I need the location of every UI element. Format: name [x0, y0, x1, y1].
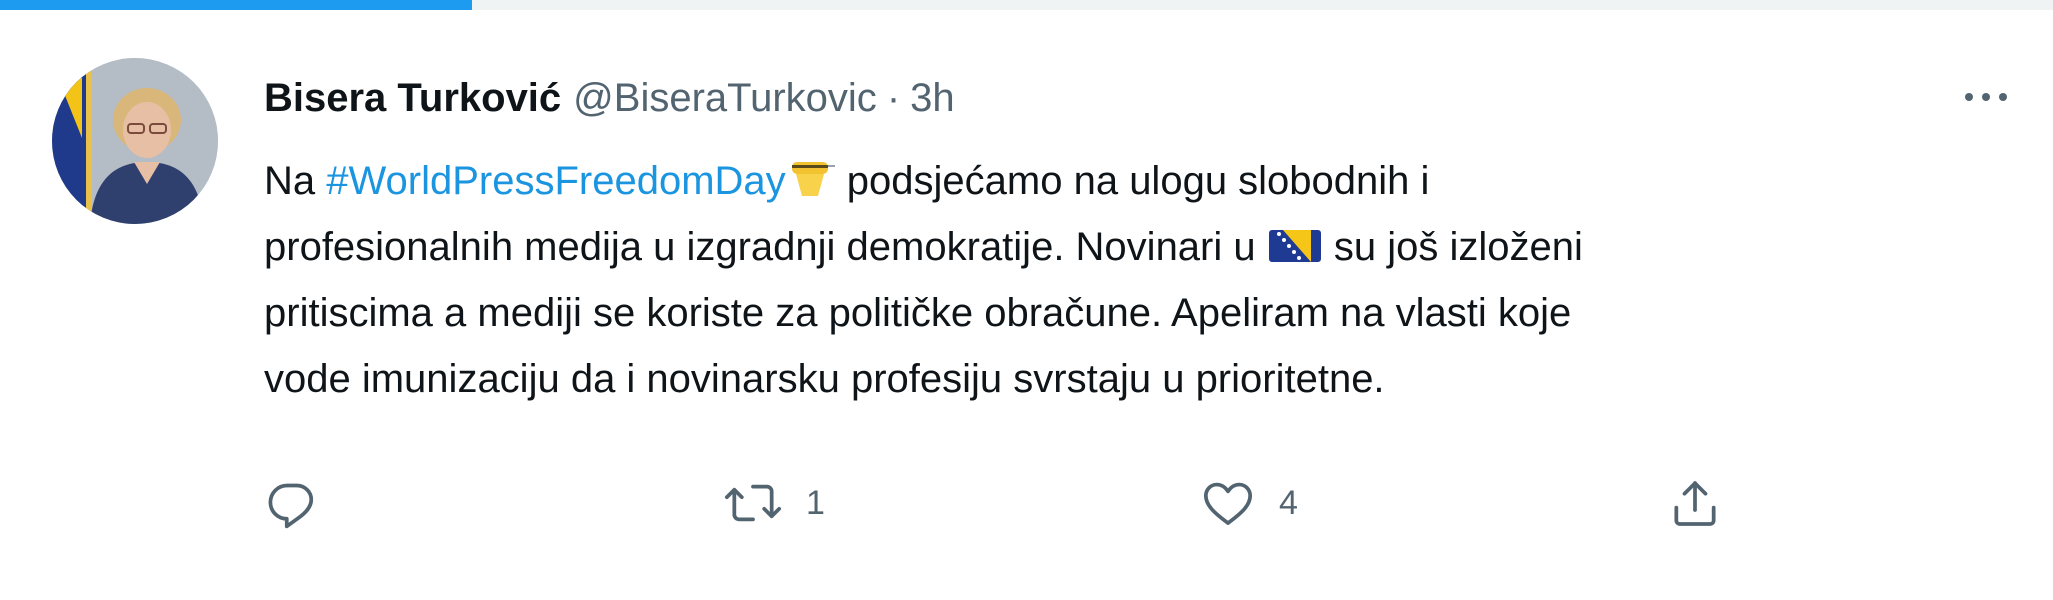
tweet-text-segment: Na — [264, 159, 327, 203]
tweet-text-line: Na #WorldPressFreedomDay podsjećamo na u… — [264, 148, 2024, 214]
hashtag-link[interactable]: #WorldPressFreedomDay — [326, 159, 785, 203]
bosnia-herzegovina-flag-emoji — [1267, 220, 1323, 286]
reply-button[interactable] — [264, 468, 320, 538]
tweet-text-segment: profesionalnih medija u izgradnji demokr… — [264, 225, 1267, 269]
retweet-count: 1 — [806, 483, 825, 522]
share-button[interactable] — [1667, 468, 1723, 538]
more-options-button[interactable] — [1956, 80, 2016, 114]
tweet-header: Bisera Turković @BiseraTurkovic · 3h — [264, 66, 955, 130]
tweet-timestamp[interactable]: 3h — [910, 76, 955, 121]
reply-icon — [268, 483, 314, 529]
retweet-button[interactable]: 1 — [722, 468, 825, 538]
author-display-name[interactable]: Bisera Turković — [264, 76, 561, 121]
author-handle[interactable]: @BiseraTurkovic — [573, 76, 877, 121]
loading-progress-fill — [0, 0, 473, 10]
like-count: 4 — [1279, 483, 1298, 522]
tweet-actions-bar: 1 4 — [264, 468, 1764, 538]
retweet-icon — [725, 484, 781, 522]
like-button[interactable]: 4 — [1199, 468, 1298, 538]
tweet-text-line: profesionalnih medija u izgradnji demokr… — [264, 214, 2024, 280]
tweet-text-segment: su još izloženi — [1322, 225, 1583, 269]
loading-progress-bar — [0, 0, 2053, 10]
heart-icon — [1203, 482, 1253, 525]
header-separator: · — [886, 75, 901, 120]
author-avatar[interactable] — [52, 58, 218, 224]
more-horizontal-icon — [1965, 93, 2007, 101]
tweet-text-segment: podsjećamo na ulogu slobodnih i — [835, 159, 1430, 203]
profile-photo — [52, 58, 218, 224]
tweet-text-line: pritiscima a mediji se koriste za politi… — [264, 291, 1572, 335]
share-icon — [1674, 481, 1716, 526]
microphone-emoji — [786, 154, 836, 220]
tweet-text-line: vode imunizaciju da i novinarsku profesi… — [264, 357, 1385, 401]
tweet-text: Na #WorldPressFreedomDay podsjećamo na u… — [264, 148, 2024, 412]
